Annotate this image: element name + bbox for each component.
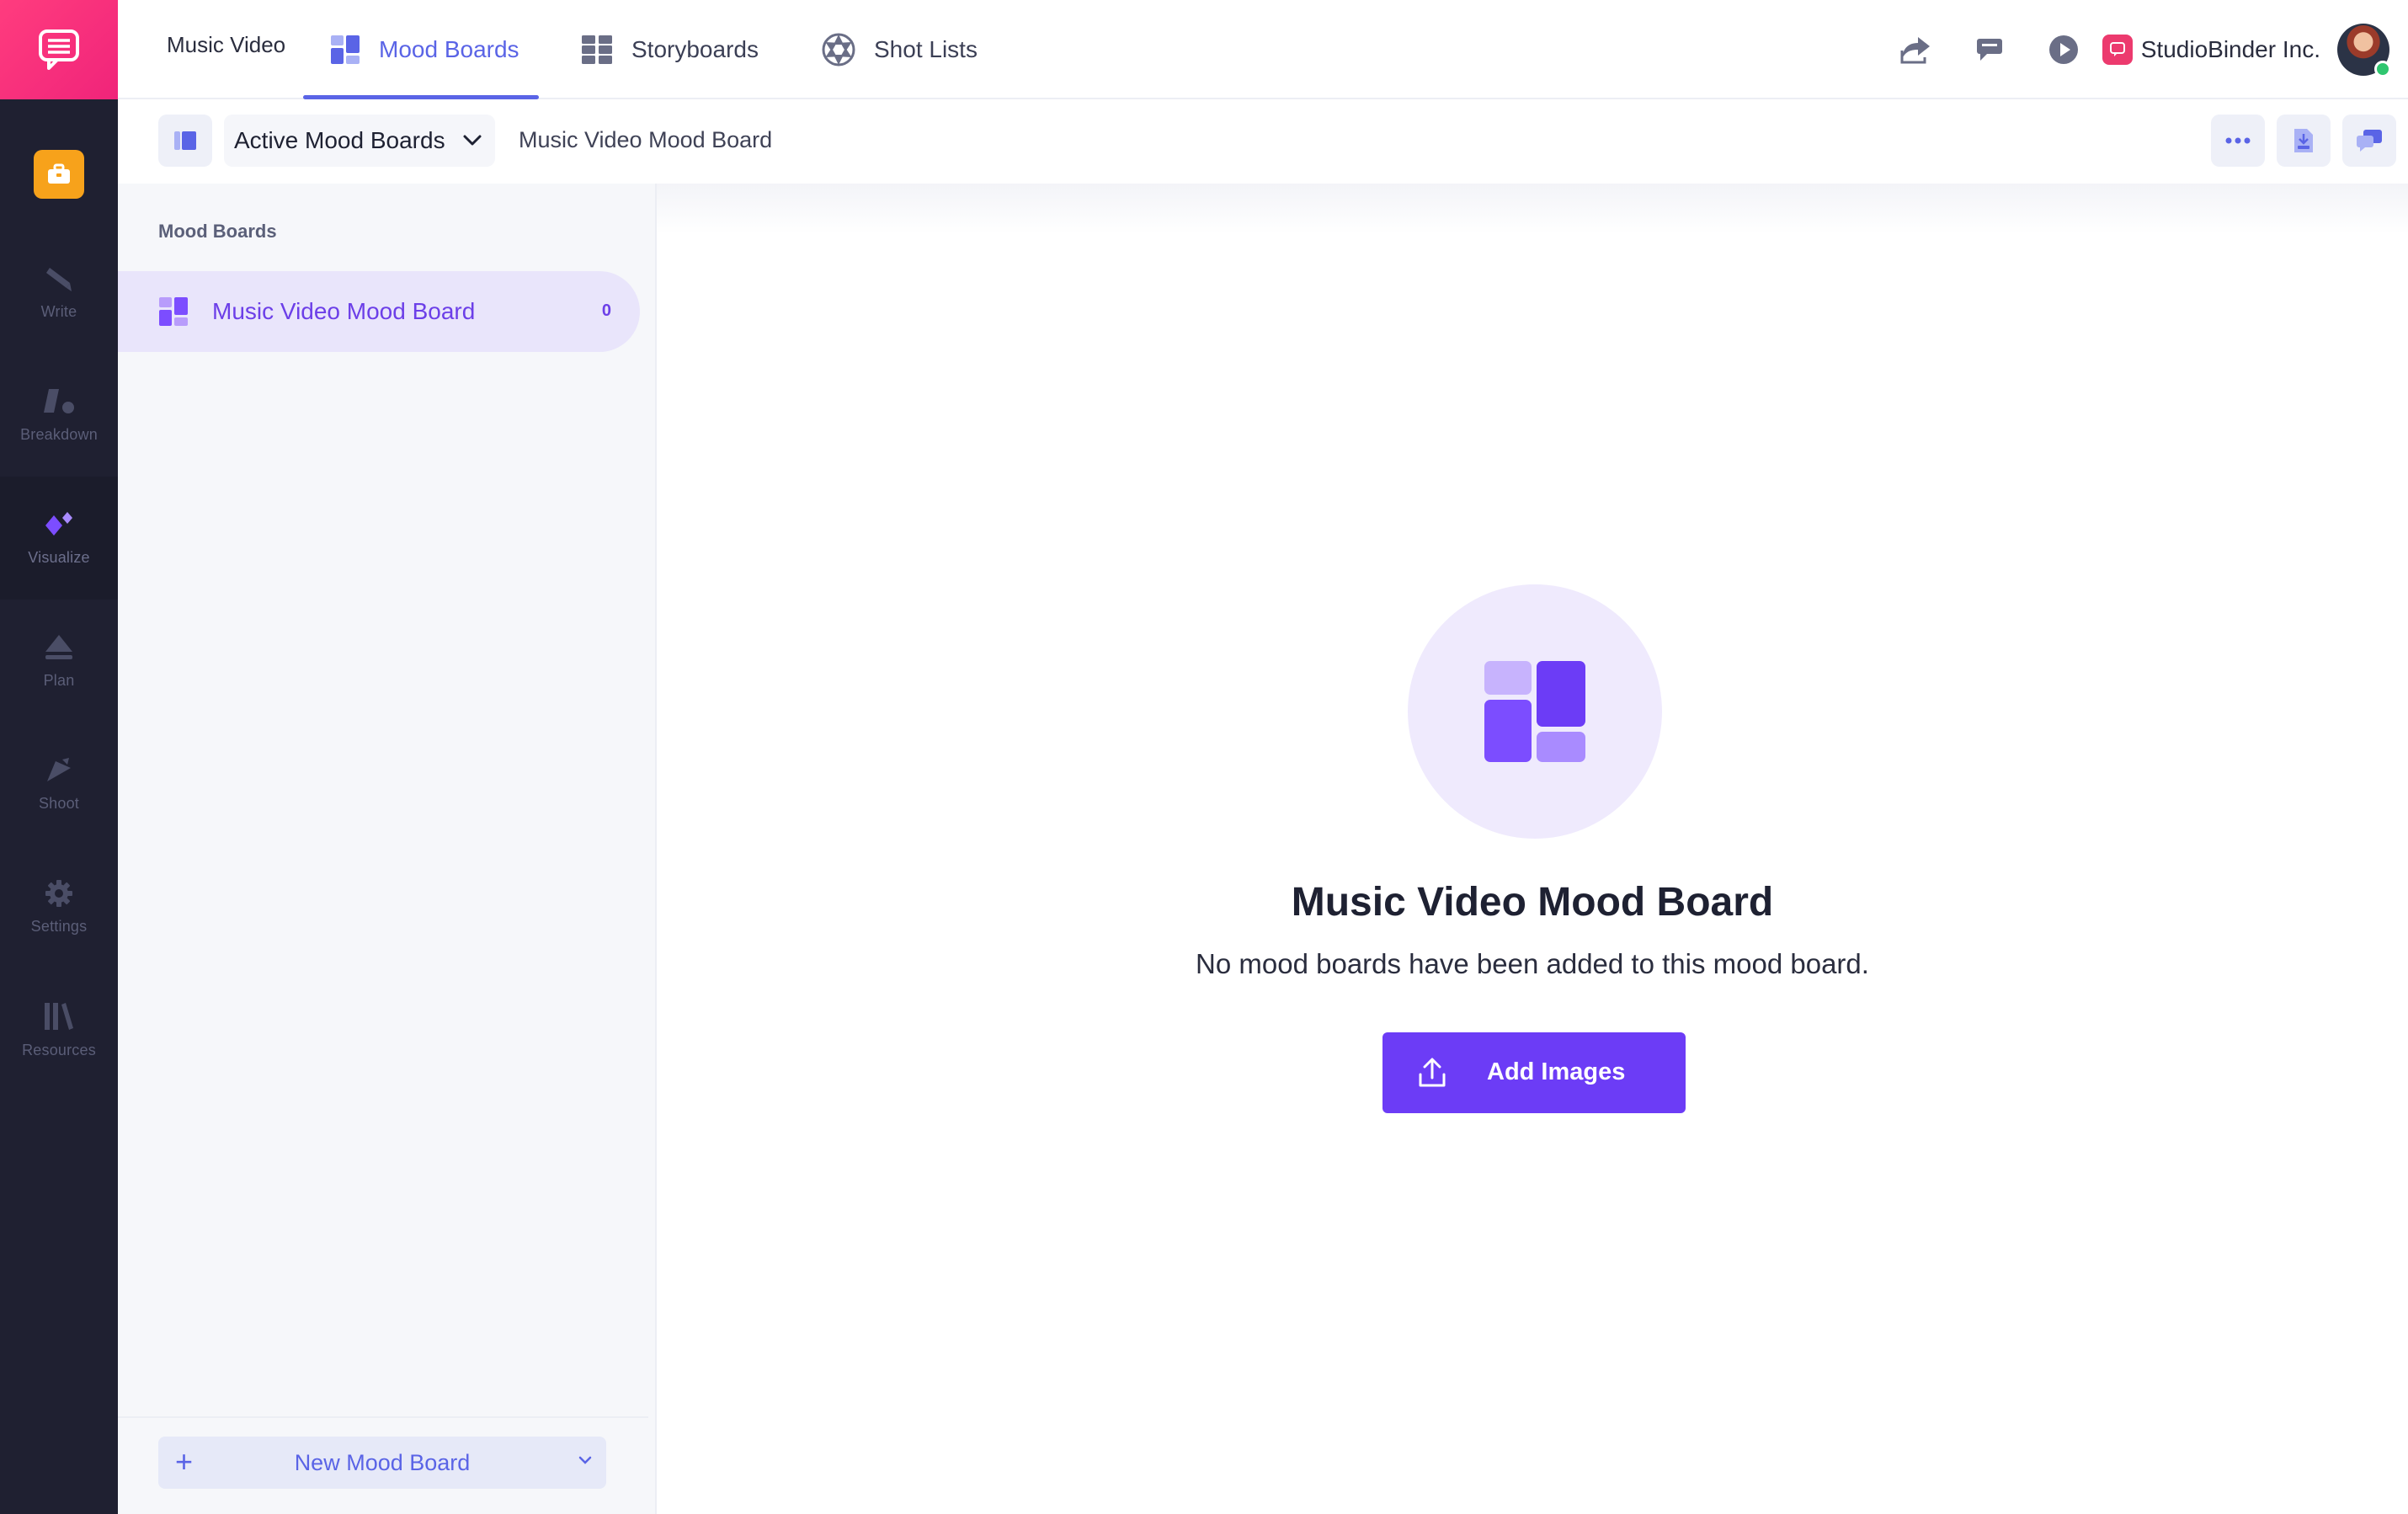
comments-button[interactable]: [1973, 33, 2006, 67]
sidebar-toggle-icon: [174, 131, 196, 150]
active-tab-indicator: [303, 95, 539, 99]
rail-label: Plan: [43, 671, 75, 689]
toolbar-shadow: [657, 184, 2408, 234]
rail-label: Resources: [22, 1041, 96, 1058]
mood-board-list-panel: Mood Boards Music Video Mood Board 0 + N…: [118, 184, 657, 1514]
rail-item-visualize[interactable]: Visualize: [0, 477, 118, 600]
tab-label: Storyboards: [631, 36, 759, 62]
current-board-breadcrumb: Music Video Mood Board: [519, 127, 773, 152]
shoot-icon: [47, 757, 71, 781]
rail-item-shoot[interactable]: Shoot: [0, 722, 118, 845]
dropdown-label: Active Mood Boards: [234, 127, 445, 153]
board-actions: [2211, 115, 2396, 167]
chevron-down-icon: [463, 135, 482, 146]
new-mood-board-button[interactable]: + New Mood Board: [158, 1437, 606, 1489]
app-rail: Write Breakdown Visualize Plan Shoot Set…: [0, 0, 118, 1514]
more-options-button[interactable]: [2211, 115, 2265, 167]
share-button[interactable]: [1899, 33, 1932, 67]
board-item-label: Music Video Mood Board: [212, 298, 476, 324]
new-mood-board-label: New Mood Board: [294, 1450, 471, 1475]
rail-item-settings[interactable]: Settings: [0, 845, 118, 968]
rail-item-write[interactable]: Write: [0, 231, 118, 354]
chat-bubble-icon: [2109, 42, 2125, 56]
rail-label: Write: [40, 302, 77, 320]
rail-label: Shoot: [38, 794, 80, 812]
upload-icon: [1419, 1058, 1446, 1087]
empty-state-illustration: [1408, 584, 1662, 839]
sidebar-toggle-button[interactable]: [158, 115, 212, 167]
pdf-download-icon: [2294, 129, 2313, 152]
export-pdf-button[interactable]: [2277, 115, 2331, 167]
play-button[interactable]: [2047, 33, 2080, 67]
rail-item-breakdown[interactable]: Breakdown: [0, 354, 118, 477]
rail-label: Visualize: [28, 548, 90, 566]
main-content: Music Video Mood Board No mood boards ha…: [657, 184, 2408, 1514]
add-images-label: Add Images: [1487, 1058, 1626, 1085]
breakdown-icon: [44, 388, 74, 413]
add-images-button[interactable]: Add Images: [1382, 1032, 1686, 1113]
rail-item-plan[interactable]: Plan: [0, 600, 118, 722]
company-name: StudioBinder Inc.: [2140, 36, 2320, 62]
panel-footer: + New Mood Board: [118, 1416, 648, 1514]
board-item-count: 0: [601, 301, 611, 320]
storyboard-icon: [582, 35, 612, 64]
comments-icon: [1976, 39, 2002, 61]
moodboard-icon: [331, 35, 360, 64]
tab-label: Mood Boards: [379, 36, 519, 62]
board-filter-dropdown[interactable]: Active Mood Boards: [224, 115, 495, 167]
company-switcher[interactable]: StudioBinder Inc.: [2102, 35, 2320, 65]
top-navigation: Music Video Mood Boards Storyboards Shot…: [118, 0, 2408, 99]
tab-mood-boards[interactable]: Mood Boards: [330, 0, 519, 99]
panel-heading: Mood Boards: [158, 221, 277, 242]
board-toolbar: Active Mood Boards Music Video Mood Boar…: [118, 101, 2408, 184]
more-horizontal-icon: [2225, 137, 2251, 144]
company-logo-icon: [2102, 35, 2133, 65]
comment-bubbles-icon: [2357, 130, 2382, 152]
moodboard-icon: [159, 297, 188, 326]
online-status-indicator: [2374, 61, 2391, 77]
aperture-icon: [822, 33, 855, 67]
project-briefcase-button[interactable]: [34, 150, 84, 199]
tab-storyboards[interactable]: Storyboards: [581, 0, 759, 99]
play-circle-icon: [2048, 35, 2078, 64]
pencil-icon: [46, 267, 72, 291]
project-name-link[interactable]: Music Video: [167, 32, 285, 58]
moodboard-icon: [1484, 661, 1585, 762]
books-icon: [45, 1002, 73, 1030]
studiobinder-logo[interactable]: [0, 0, 118, 99]
plan-icon: [45, 634, 72, 659]
share-icon: [1900, 37, 1930, 64]
rail-label: Breakdown: [20, 425, 98, 443]
briefcase-icon: [48, 163, 70, 184]
chevron-down-icon[interactable]: [578, 1455, 593, 1465]
user-avatar[interactable]: [2337, 24, 2391, 77]
list-item-music-video-mood-board[interactable]: Music Video Mood Board 0: [118, 271, 640, 352]
rail-item-resources[interactable]: Resources: [0, 968, 118, 1091]
empty-state-message: No mood boards have been added to this m…: [1196, 948, 1869, 979]
gear-icon: [45, 879, 72, 907]
tab-shot-lists[interactable]: Shot Lists: [822, 0, 978, 99]
empty-state-title: Music Video Mood Board: [1291, 880, 1774, 925]
rail-label: Settings: [30, 917, 88, 935]
top-actions: StudioBinder Inc.: [1899, 0, 2408, 99]
visualize-icon: [45, 511, 72, 536]
tab-label: Shot Lists: [874, 36, 978, 62]
board-comments-button[interactable]: [2342, 115, 2396, 167]
chat-logo-icon: [39, 29, 79, 70]
